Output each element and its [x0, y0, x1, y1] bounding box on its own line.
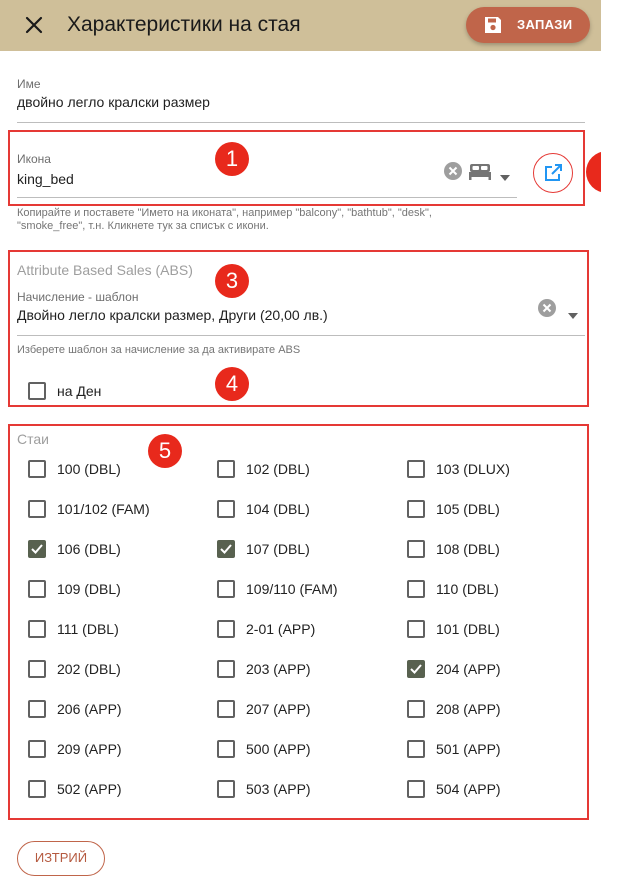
icon-field-label: Икона [17, 152, 51, 166]
room-label: 501 (APP) [436, 741, 501, 757]
room-checkbox[interactable] [407, 620, 425, 638]
name-field-label: Име [17, 77, 41, 91]
clear-icon[interactable] [443, 161, 463, 181]
room-checkbox[interactable] [28, 460, 46, 478]
room-checkbox[interactable] [28, 500, 46, 518]
room-checkbox[interactable] [28, 540, 46, 558]
room-checkbox[interactable] [407, 700, 425, 718]
room-label: 109/110 (FAM) [246, 581, 338, 597]
rooms-section-title: Стаи [17, 431, 49, 447]
room-label: 110 (DBL) [436, 581, 499, 597]
open-in-new-icon [545, 164, 562, 181]
dialog-header: Характеристики на стая ЗАПАЗИ [0, 0, 601, 51]
save-button-label: ЗАПАЗИ [517, 17, 573, 32]
room-checkbox[interactable] [217, 660, 235, 678]
abs-hint: Изберете шаблон за начисление за да акти… [17, 344, 301, 356]
abs-section-title: Attribute Based Sales (ABS) [17, 262, 193, 278]
clear-icon[interactable] [537, 298, 557, 318]
room-label: 209 (APP) [57, 741, 122, 757]
per-day-checkbox[interactable] [28, 382, 46, 400]
room-label: 101 (DBL) [436, 621, 500, 637]
room-checkbox[interactable] [407, 460, 425, 478]
room-label: 111 (DBL) [57, 621, 119, 637]
room-checkbox[interactable] [407, 500, 425, 518]
room-label: 105 (DBL) [436, 501, 500, 517]
room-label: 104 (DBL) [246, 501, 310, 517]
check-icon [220, 544, 232, 554]
annotation-marker-3: 3 [215, 264, 249, 298]
check-icon [410, 664, 422, 674]
annotation-marker-1: 1 [215, 142, 249, 176]
room-checkbox[interactable] [28, 700, 46, 718]
room-checkbox[interactable] [407, 580, 425, 598]
per-day-label: на Ден [57, 383, 102, 399]
room-checkbox[interactable] [217, 700, 235, 718]
room-checkbox[interactable] [217, 460, 235, 478]
room-label: 102 (DBL) [246, 461, 310, 477]
chevron-down-icon[interactable] [568, 306, 578, 319]
room-checkbox[interactable] [407, 660, 425, 678]
room-label: 500 (APP) [246, 741, 311, 757]
close-icon[interactable] [22, 13, 46, 37]
abs-template-select[interactable]: Двойно легло кралски размер, Други (20,0… [17, 307, 328, 323]
chevron-down-icon[interactable] [500, 168, 510, 181]
check-icon [31, 544, 43, 554]
save-icon [483, 15, 503, 35]
room-label: 108 (DBL) [436, 541, 500, 557]
room-checkbox[interactable] [217, 500, 235, 518]
room-checkbox[interactable] [28, 740, 46, 758]
name-field-underline [17, 122, 585, 123]
room-checkbox[interactable] [407, 780, 425, 798]
room-label: 503 (APP) [246, 781, 311, 797]
room-label: 203 (APP) [246, 661, 311, 677]
open-icon-list-button[interactable] [533, 153, 573, 193]
room-label: 106 (DBL) [57, 541, 121, 557]
room-label: 207 (APP) [246, 701, 311, 717]
room-label: 206 (APP) [57, 701, 122, 717]
room-label: 208 (APP) [436, 701, 501, 717]
annotation-box-icon [8, 130, 585, 206]
room-label: 100 (DBL) [57, 461, 121, 477]
room-checkbox[interactable] [217, 780, 235, 798]
room-label: 504 (APP) [436, 781, 501, 797]
room-label: 204 (APP) [436, 661, 501, 677]
dialog-title: Характеристики на стая [67, 13, 301, 36]
annotation-marker-5: 5 [148, 434, 182, 468]
icon-field[interactable]: king_bed [17, 171, 74, 187]
king-bed-icon [469, 162, 491, 180]
name-field[interactable]: двойно легло кралски размер [17, 94, 210, 110]
room-label: 103 (DLUX) [436, 461, 510, 477]
room-checkbox[interactable] [28, 660, 46, 678]
annotation-marker-4: 4 [215, 367, 249, 401]
page-edge [601, 0, 629, 892]
room-checkbox[interactable] [28, 780, 46, 798]
icon-field-underline [17, 197, 517, 198]
room-checkbox[interactable] [217, 740, 235, 758]
room-label: 101/102 (FAM) [57, 501, 150, 517]
room-checkbox[interactable] [217, 620, 235, 638]
abs-template-label: Начисление - шаблон [17, 290, 139, 304]
room-label: 107 (DBL) [246, 541, 310, 557]
abs-template-underline [17, 335, 585, 336]
room-checkbox[interactable] [28, 580, 46, 598]
room-checkbox[interactable] [407, 740, 425, 758]
room-checkbox[interactable] [217, 540, 235, 558]
room-label: 109 (DBL) [57, 581, 121, 597]
icon-hint-line1[interactable]: Копирайте и поставете "Името на иконата"… [17, 207, 432, 220]
room-label: 502 (APP) [57, 781, 122, 797]
room-label: 2-01 (APP) [246, 621, 316, 637]
room-checkbox[interactable] [407, 540, 425, 558]
room-checkbox[interactable] [217, 580, 235, 598]
room-checkbox[interactable] [28, 620, 46, 638]
delete-button[interactable]: ИЗТРИЙ [17, 841, 105, 876]
save-button[interactable]: ЗАПАЗИ [466, 7, 590, 43]
icon-hint-line2[interactable]: "smoke_free", т.н. Кликнете тук за списъ… [17, 220, 269, 233]
room-label: 202 (DBL) [57, 661, 121, 677]
